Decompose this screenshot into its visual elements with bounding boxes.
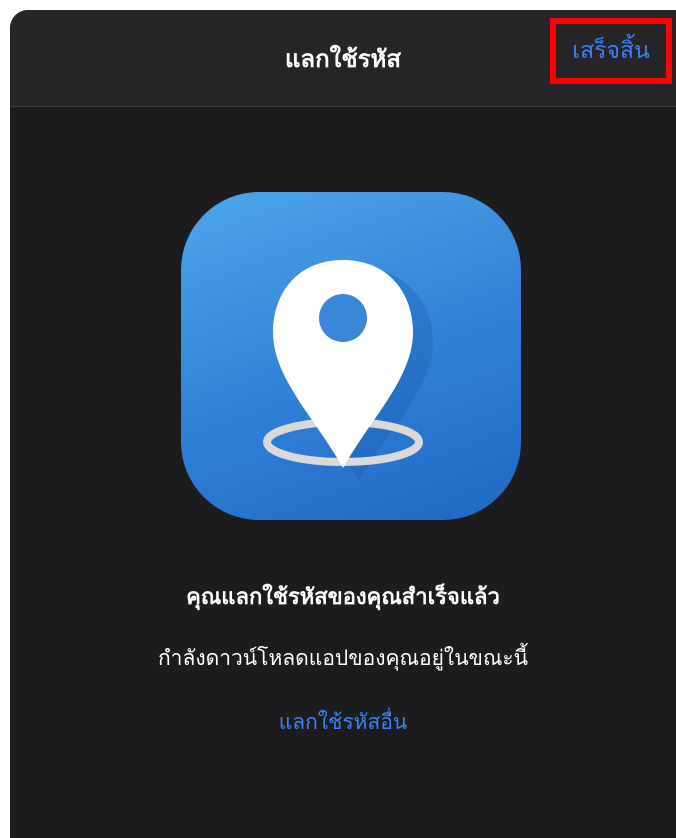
done-button-label: เสร็จสิ้น xyxy=(572,38,650,64)
done-button[interactable]: เสร็จสิ้น xyxy=(550,18,672,84)
redeem-code-sheet: แลกใช้รหัส เสร็จสิ้น คุณแลกใช้รหัสของคุณ… xyxy=(10,10,676,838)
navigation-bar: แลกใช้รหัส เสร็จสิ้น xyxy=(10,10,676,107)
redeem-another-code-link[interactable]: แลกใช้รหัสอื่น xyxy=(10,707,676,737)
app-icon xyxy=(181,192,521,520)
location-pin-icon xyxy=(263,260,433,480)
download-status-text: กำลังดาวน์โหลดแอปของคุณอยู่ในขณะนี้ xyxy=(157,646,529,670)
success-message: คุณแลกใช้รหัสของคุณสำเร็จแล้ว xyxy=(186,585,500,610)
